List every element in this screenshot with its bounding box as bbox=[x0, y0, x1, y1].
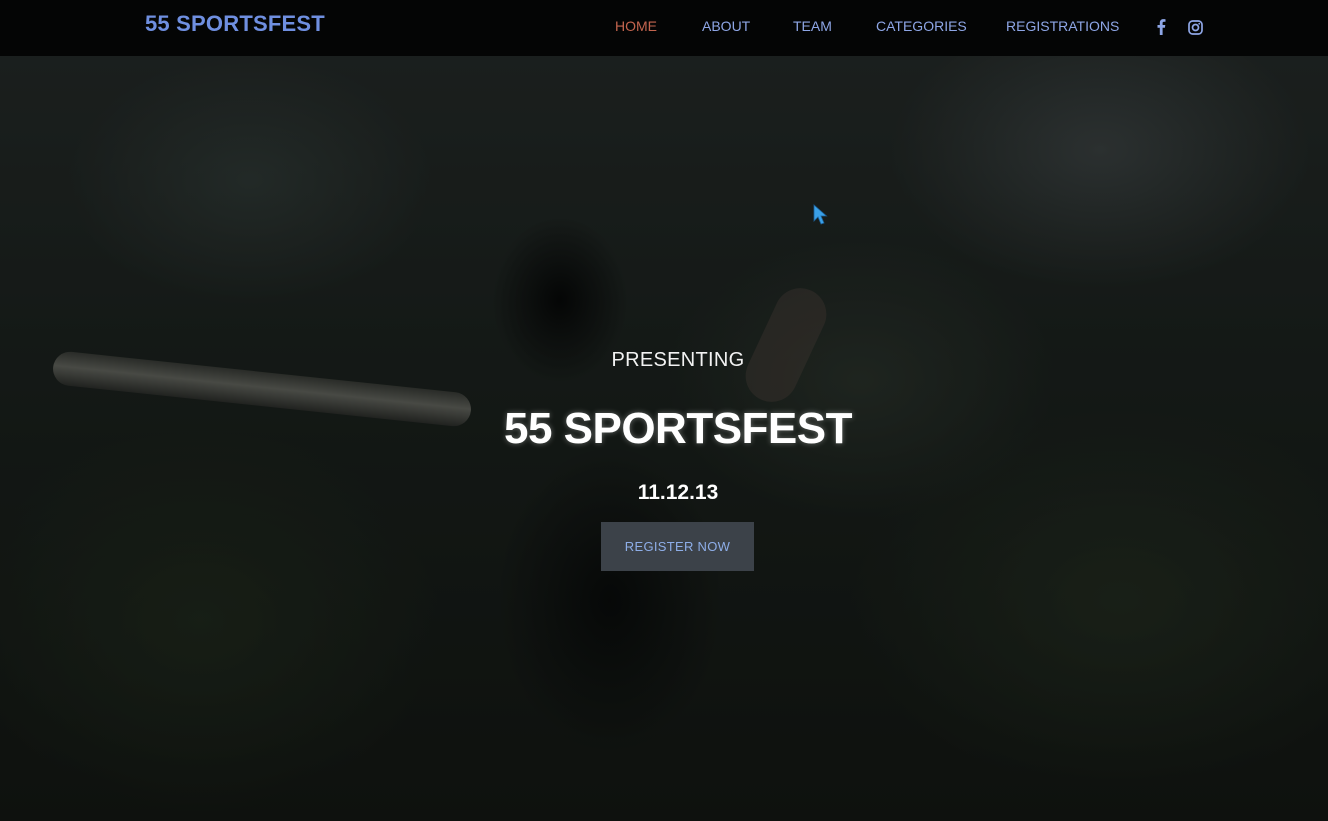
hero-eyebrow: PRESENTING bbox=[611, 349, 745, 371]
page: 55 SPORTSFEST HOME ABOUT TEAM CATEGORIES… bbox=[0, 0, 1328, 821]
instagram-icon[interactable] bbox=[1184, 16, 1206, 38]
nav-item-team[interactable]: TEAM bbox=[793, 18, 832, 34]
hero-title: 55 SPORTSFEST bbox=[503, 404, 853, 453]
facebook-icon[interactable] bbox=[1150, 16, 1172, 38]
register-now-button[interactable]: REGISTER NOW bbox=[601, 522, 754, 571]
nav-item-home[interactable]: HOME bbox=[615, 18, 657, 34]
navbar: 55 SPORTSFEST HOME ABOUT TEAM CATEGORIES… bbox=[0, 0, 1328, 56]
mouse-pointer-icon bbox=[813, 204, 829, 231]
hero-section: PRESENTING 55 SPORTSFEST 11.12.13 REGIST… bbox=[0, 0, 1328, 821]
nav-item-about[interactable]: ABOUT bbox=[702, 18, 750, 34]
nav-item-categories[interactable]: CATEGORIES bbox=[876, 18, 967, 34]
nav-item-registrations[interactable]: REGISTRATIONS bbox=[1006, 18, 1119, 34]
brand-logo[interactable]: 55 SPORTSFEST bbox=[145, 11, 325, 37]
event-date: 11.12.13 bbox=[637, 481, 719, 504]
